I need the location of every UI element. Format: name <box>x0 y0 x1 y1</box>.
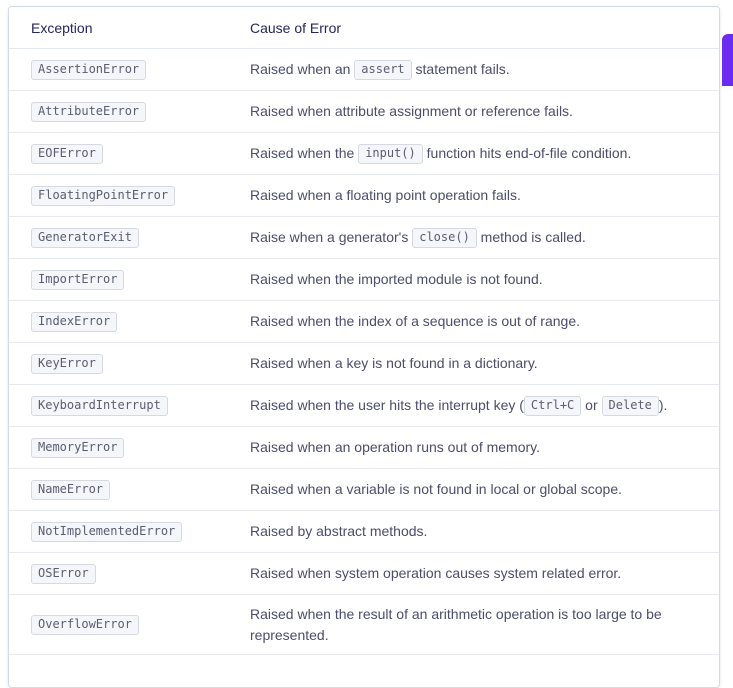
exceptions-table: Exception Cause of Error AssertionError R… <box>9 7 719 655</box>
exception-name-code: OSError <box>31 563 96 584</box>
exception-name-code: OverflowError <box>31 614 139 635</box>
header-cause: Cause of Error <box>228 7 719 49</box>
exception-name-code: FloatingPointError <box>31 185 176 206</box>
exception-cell: IndexError <box>9 300 228 343</box>
cause-text: statement fails. <box>411 60 510 77</box>
cause-text: Raised when a key is not found in a dict… <box>250 355 538 371</box>
cause-text: Raised when the result of an arithmetic … <box>250 605 662 643</box>
table-row: EOFError Raised when the input() function… <box>9 132 719 175</box>
cause-cell: Raised when the index of a sequence is o… <box>228 300 719 343</box>
side-accent-tab[interactable] <box>722 34 733 86</box>
exception-cell: OverflowError <box>9 594 228 655</box>
cause-text: Raised when an <box>250 60 355 77</box>
header-exception: Exception <box>9 7 228 49</box>
inline-code: input() <box>358 144 423 165</box>
cause-cell: Raised when a floating point operation f… <box>228 174 719 217</box>
cause-cell: Raised when a variable is not found in l… <box>228 468 719 511</box>
cause-cell: Raised when an assert statement fails. <box>228 48 719 91</box>
cause-text: Raised when system operation causes syst… <box>250 565 622 581</box>
exception-cell: FloatingPointError <box>9 174 228 217</box>
exception-cell: ImportError <box>9 258 228 301</box>
exception-name-code: NameError <box>31 479 111 500</box>
cause-cell: Raised when a key is not found in a dict… <box>228 342 719 385</box>
cause-text: method is called. <box>476 228 586 245</box>
cause-text: or <box>581 396 602 413</box>
exceptions-table-card: Exception Cause of Error AssertionError R… <box>8 6 720 688</box>
exception-cell: MemoryError <box>9 426 228 469</box>
exception-name-code: KeyError <box>31 353 103 374</box>
cause-cell: Raised when the imported module is not f… <box>228 258 719 301</box>
cause-cell: Raised when attribute assignment or refe… <box>228 90 719 133</box>
exception-cell: OSError <box>9 552 228 595</box>
cause-text: Raised when a floating point operation f… <box>250 187 521 203</box>
exception-name-code: MemoryError <box>31 437 125 458</box>
exception-name-code: NotImplementedError <box>31 521 183 542</box>
exception-name-code: EOFError <box>31 143 103 164</box>
cause-text: Raised when attribute assignment or refe… <box>250 103 573 119</box>
table-row: AttributeError Raised when attribute assi… <box>9 90 719 133</box>
table-header-row: Exception Cause of Error <box>9 7 719 49</box>
cause-text: Raised when a variable is not found in l… <box>250 481 623 497</box>
inline-code: assert <box>354 60 412 81</box>
cause-text: Raised by abstract methods. <box>250 523 428 539</box>
exception-cell: NotImplementedError <box>9 510 228 553</box>
table-row: AssertionError Raised when an assert stat… <box>9 48 719 91</box>
inline-code: Delete <box>601 396 659 417</box>
exception-name-code: KeyboardInterrupt <box>31 395 168 416</box>
cause-cell: Raise when a generator's close() method … <box>228 216 719 259</box>
exception-name-code: AttributeError <box>31 101 147 122</box>
cause-text: Raise when a generator's <box>250 228 413 245</box>
cause-cell: Raised when an operation runs out of mem… <box>228 426 719 469</box>
table-row: FloatingPointError Raised when a floating… <box>9 174 719 217</box>
exception-name-code: AssertionError <box>31 59 147 80</box>
exception-name-code: IndexError <box>31 311 118 332</box>
exception-name-code: GeneratorExit <box>31 227 139 248</box>
inline-code: Ctrl+C <box>523 396 582 417</box>
table-row: ImportError Raised when the imported modu… <box>9 258 719 301</box>
cause-text: Raised when an operation runs out of mem… <box>250 439 541 455</box>
cause-text: function hits end-of-file condition. <box>422 144 632 161</box>
cause-text: Raised when the imported module is not f… <box>250 271 543 287</box>
table-row: OSError Raised when system operation caus… <box>9 552 719 595</box>
table-row: KeyboardInterrupt Raised when the user hi… <box>9 384 719 427</box>
table-body: AssertionError Raised when an assert stat… <box>9 48 719 655</box>
table-row: IndexError Raised when the index of a seq… <box>9 300 719 343</box>
exception-cell: AssertionError <box>9 48 228 91</box>
cause-cell: Raised when the result of an arithmetic … <box>228 594 719 655</box>
cause-text: ). <box>658 396 668 413</box>
table-row: OverflowError Raised when the result of a… <box>9 594 719 655</box>
cause-text: Raised when the user hits the interrupt … <box>250 396 524 413</box>
inline-code: close() <box>412 228 477 249</box>
cause-cell: Raised when the input() function hits en… <box>228 132 719 175</box>
exception-cell: KeyError <box>9 342 228 385</box>
table-row: KeyError Raised when a key is not found i… <box>9 342 719 385</box>
exception-cell: GeneratorExit <box>9 216 228 259</box>
table-row: NotImplementedError Raised by abstract me… <box>9 510 719 553</box>
exception-cell: KeyboardInterrupt <box>9 384 228 427</box>
cause-text: Raised when the <box>250 144 359 161</box>
table-row: MemoryError Raised when an operation runs… <box>9 426 719 469</box>
exception-cell: EOFError <box>9 132 228 175</box>
cause-cell: Raised by abstract methods. <box>228 510 719 553</box>
exception-cell: NameError <box>9 468 228 511</box>
exception-name-code: ImportError <box>31 269 125 290</box>
table-row: NameError Raised when a variable is not f… <box>9 468 719 511</box>
cause-cell: Raised when system operation causes syst… <box>228 552 719 595</box>
table-row: GeneratorExit Raise when a generator's cl… <box>9 216 719 259</box>
cause-cell: Raised when the user hits the interrupt … <box>228 384 719 427</box>
exception-cell: AttributeError <box>9 90 228 133</box>
cause-text: Raised when the index of a sequence is o… <box>250 313 580 329</box>
